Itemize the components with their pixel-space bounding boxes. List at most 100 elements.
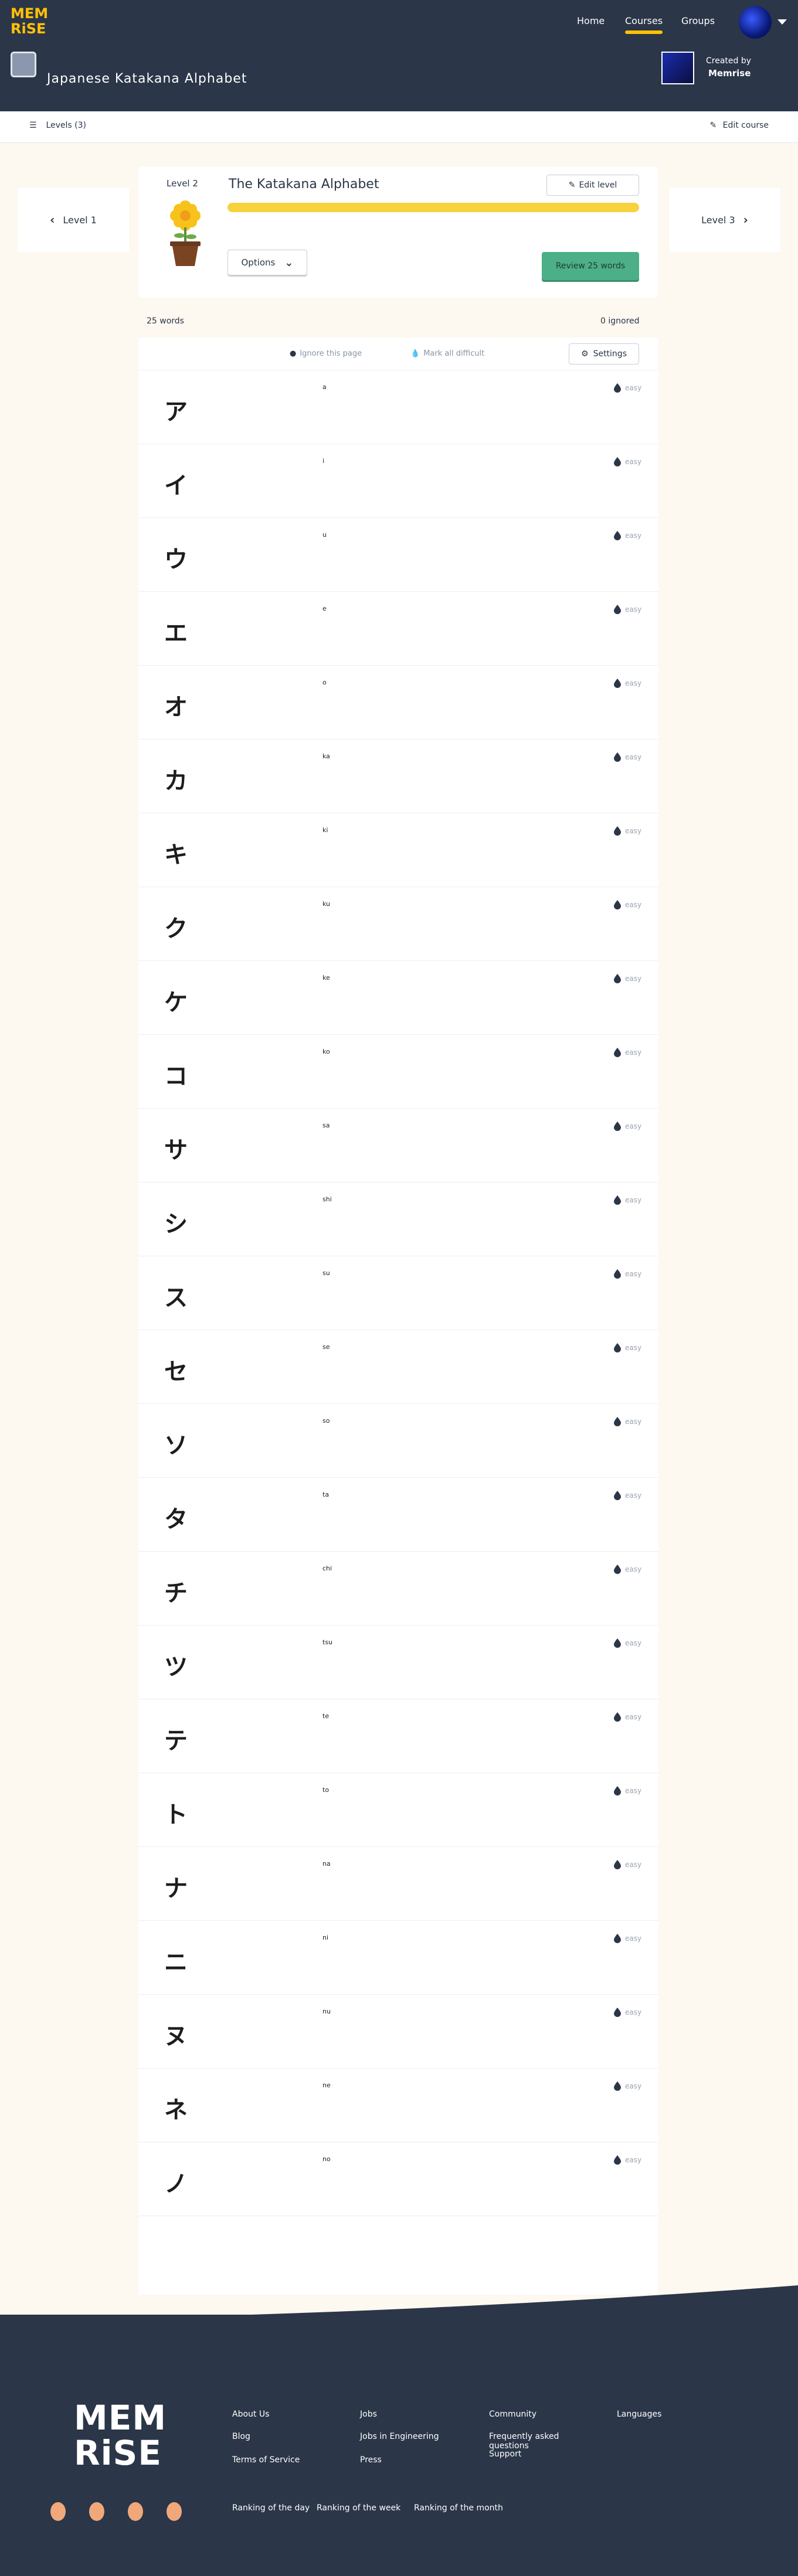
- word-glyph: ア: [164, 398, 188, 425]
- word-row[interactable]: ツ tsu easy: [138, 1626, 658, 1699]
- nav-groups[interactable]: Groups: [681, 15, 715, 32]
- footer-link[interactable]: Ranking of the month: [414, 2503, 503, 2513]
- mark-difficult-toggle[interactable]: 💧 Mark all difficult: [410, 349, 484, 358]
- footer-link[interactable]: Frequently asked questions: [489, 2432, 600, 2451]
- difficult-toggle[interactable]: easy: [613, 1048, 641, 1057]
- review-button[interactable]: Review 25 words: [542, 252, 639, 280]
- difficult-toggle[interactable]: easy: [613, 1638, 641, 1648]
- difficult-toggle[interactable]: easy: [613, 605, 641, 614]
- drop-icon: [614, 531, 621, 540]
- edit-level-button[interactable]: ✎ Edit level: [546, 175, 639, 196]
- word-row[interactable]: ナ na easy: [138, 1847, 658, 1921]
- word-row[interactable]: ケ ke easy: [138, 961, 658, 1035]
- difficult-toggle[interactable]: easy: [613, 974, 641, 983]
- word-row[interactable]: キ ki easy: [138, 813, 658, 887]
- difficult-toggle[interactable]: easy: [613, 2008, 641, 2017]
- prev-level-button[interactable]: ‹ Level 1: [18, 188, 129, 252]
- difficult-toggle[interactable]: easy: [613, 2081, 641, 2091]
- difficult-toggle[interactable]: easy: [613, 1343, 641, 1352]
- word-meaning: ni: [322, 1934, 329, 1941]
- difficult-toggle[interactable]: easy: [613, 1122, 641, 1131]
- difficult-toggle[interactable]: easy: [613, 1195, 641, 1205]
- word-row[interactable]: ク ku easy: [138, 887, 658, 961]
- word-row[interactable]: ト to easy: [138, 1773, 658, 1847]
- difficult-toggle[interactable]: easy: [613, 1269, 641, 1279]
- footer-link[interactable]: Ranking of the week: [317, 2503, 400, 2513]
- word-glyph: オ: [164, 694, 188, 721]
- difficult-toggle[interactable]: easy: [613, 1565, 641, 1574]
- word-row[interactable]: ウ u easy: [138, 518, 658, 592]
- instagram-icon[interactable]: [128, 2502, 143, 2521]
- footer-link[interactable]: Support: [489, 2449, 521, 2459]
- word-glyph: サ: [164, 1137, 188, 1164]
- twitter-icon[interactable]: [89, 2502, 104, 2521]
- drop-icon: [614, 457, 621, 466]
- word-glyph: ケ: [164, 989, 188, 1016]
- nav-courses[interactable]: Courses: [625, 15, 663, 34]
- difficult-toggle[interactable]: easy: [613, 457, 641, 466]
- word-row[interactable]: ネ ne easy: [138, 2069, 658, 2142]
- word-glyph: ノ: [164, 2170, 188, 2197]
- footer-link[interactable]: Jobs: [360, 2410, 377, 2419]
- drop-icon: [614, 900, 621, 909]
- word-row[interactable]: ニ ni easy: [138, 1921, 658, 1995]
- word-row[interactable]: コ ko easy: [138, 1035, 658, 1109]
- footer-link[interactable]: Community: [489, 2410, 536, 2419]
- word-row[interactable]: イ i easy: [138, 444, 658, 518]
- difficult-toggle[interactable]: easy: [613, 1860, 641, 1869]
- word-row[interactable]: ソ so easy: [138, 1404, 658, 1478]
- word-row[interactable]: カ ka easy: [138, 740, 658, 813]
- levels-button[interactable]: ☰ Levels (3): [29, 121, 86, 130]
- difficult-toggle[interactable]: easy: [613, 900, 641, 909]
- youtube-icon[interactable]: [167, 2502, 182, 2521]
- facebook-icon[interactable]: [50, 2502, 66, 2521]
- word-row[interactable]: シ shi easy: [138, 1183, 658, 1256]
- difficult-toggle[interactable]: easy: [613, 752, 641, 762]
- word-row[interactable]: ス su easy: [138, 1256, 658, 1330]
- difficult-toggle[interactable]: easy: [613, 826, 641, 836]
- footer-logo[interactable]: MEM RiSE: [74, 2400, 167, 2471]
- user-avatar[interactable]: [739, 6, 772, 39]
- footer-link[interactable]: Jobs in Engineering: [360, 2432, 439, 2441]
- difficult-toggle[interactable]: easy: [613, 1934, 641, 1943]
- chevron-down-icon[interactable]: [777, 19, 787, 25]
- edit-course-button[interactable]: ✎ Edit course: [709, 121, 769, 130]
- difficult-toggle[interactable]: easy: [613, 1786, 641, 1795]
- word-row[interactable]: ヌ nu easy: [138, 1995, 658, 2069]
- difficult-toggle[interactable]: easy: [613, 2155, 641, 2165]
- difficult-toggle[interactable]: easy: [613, 531, 641, 540]
- word-glyph: タ: [164, 1506, 188, 1533]
- word-row[interactable]: テ te easy: [138, 1699, 658, 1773]
- footer-link[interactable]: Terms of Service: [232, 2455, 300, 2465]
- word-row[interactable]: チ chi easy: [138, 1552, 658, 1626]
- footer-link[interactable]: Blog: [232, 2432, 250, 2441]
- creator-avatar[interactable]: [661, 52, 694, 84]
- difficult-toggle[interactable]: easy: [613, 1712, 641, 1722]
- word-row[interactable]: セ se easy: [138, 1330, 658, 1404]
- chevron-down-icon: ⌄: [284, 256, 294, 269]
- level-number: Level 2: [167, 178, 198, 189]
- footer-link[interactable]: About Us: [232, 2410, 269, 2419]
- word-row[interactable]: ア a easy: [138, 370, 658, 444]
- footer-link[interactable]: Press: [360, 2455, 382, 2465]
- word-glyph: キ: [164, 841, 188, 868]
- difficult-toggle[interactable]: easy: [613, 679, 641, 688]
- word-meaning: e: [322, 605, 327, 612]
- next-level-button[interactable]: Level 3 ›: [669, 188, 780, 252]
- word-row[interactable]: サ sa easy: [138, 1109, 658, 1183]
- nav-home[interactable]: Home: [577, 15, 605, 32]
- word-row[interactable]: オ o easy: [138, 666, 658, 740]
- difficult-toggle[interactable]: easy: [613, 1417, 641, 1426]
- difficult-toggle[interactable]: easy: [613, 1491, 641, 1500]
- options-dropdown[interactable]: Options ⌄: [227, 250, 307, 275]
- ignore-page-toggle[interactable]: ● Ignore this page: [290, 349, 362, 358]
- creator-name[interactable]: Memrise: [708, 68, 751, 79]
- settings-button[interactable]: ⚙ Settings: [569, 343, 639, 364]
- footer-link[interactable]: Languages: [617, 2410, 661, 2419]
- word-row[interactable]: エ e easy: [138, 592, 658, 666]
- memrise-logo[interactable]: MEM RiSE: [11, 6, 48, 40]
- word-row[interactable]: タ ta easy: [138, 1478, 658, 1552]
- difficult-toggle[interactable]: easy: [613, 383, 641, 393]
- footer-link[interactable]: Ranking of the day: [232, 2503, 310, 2513]
- word-row[interactable]: ノ no easy: [138, 2142, 658, 2216]
